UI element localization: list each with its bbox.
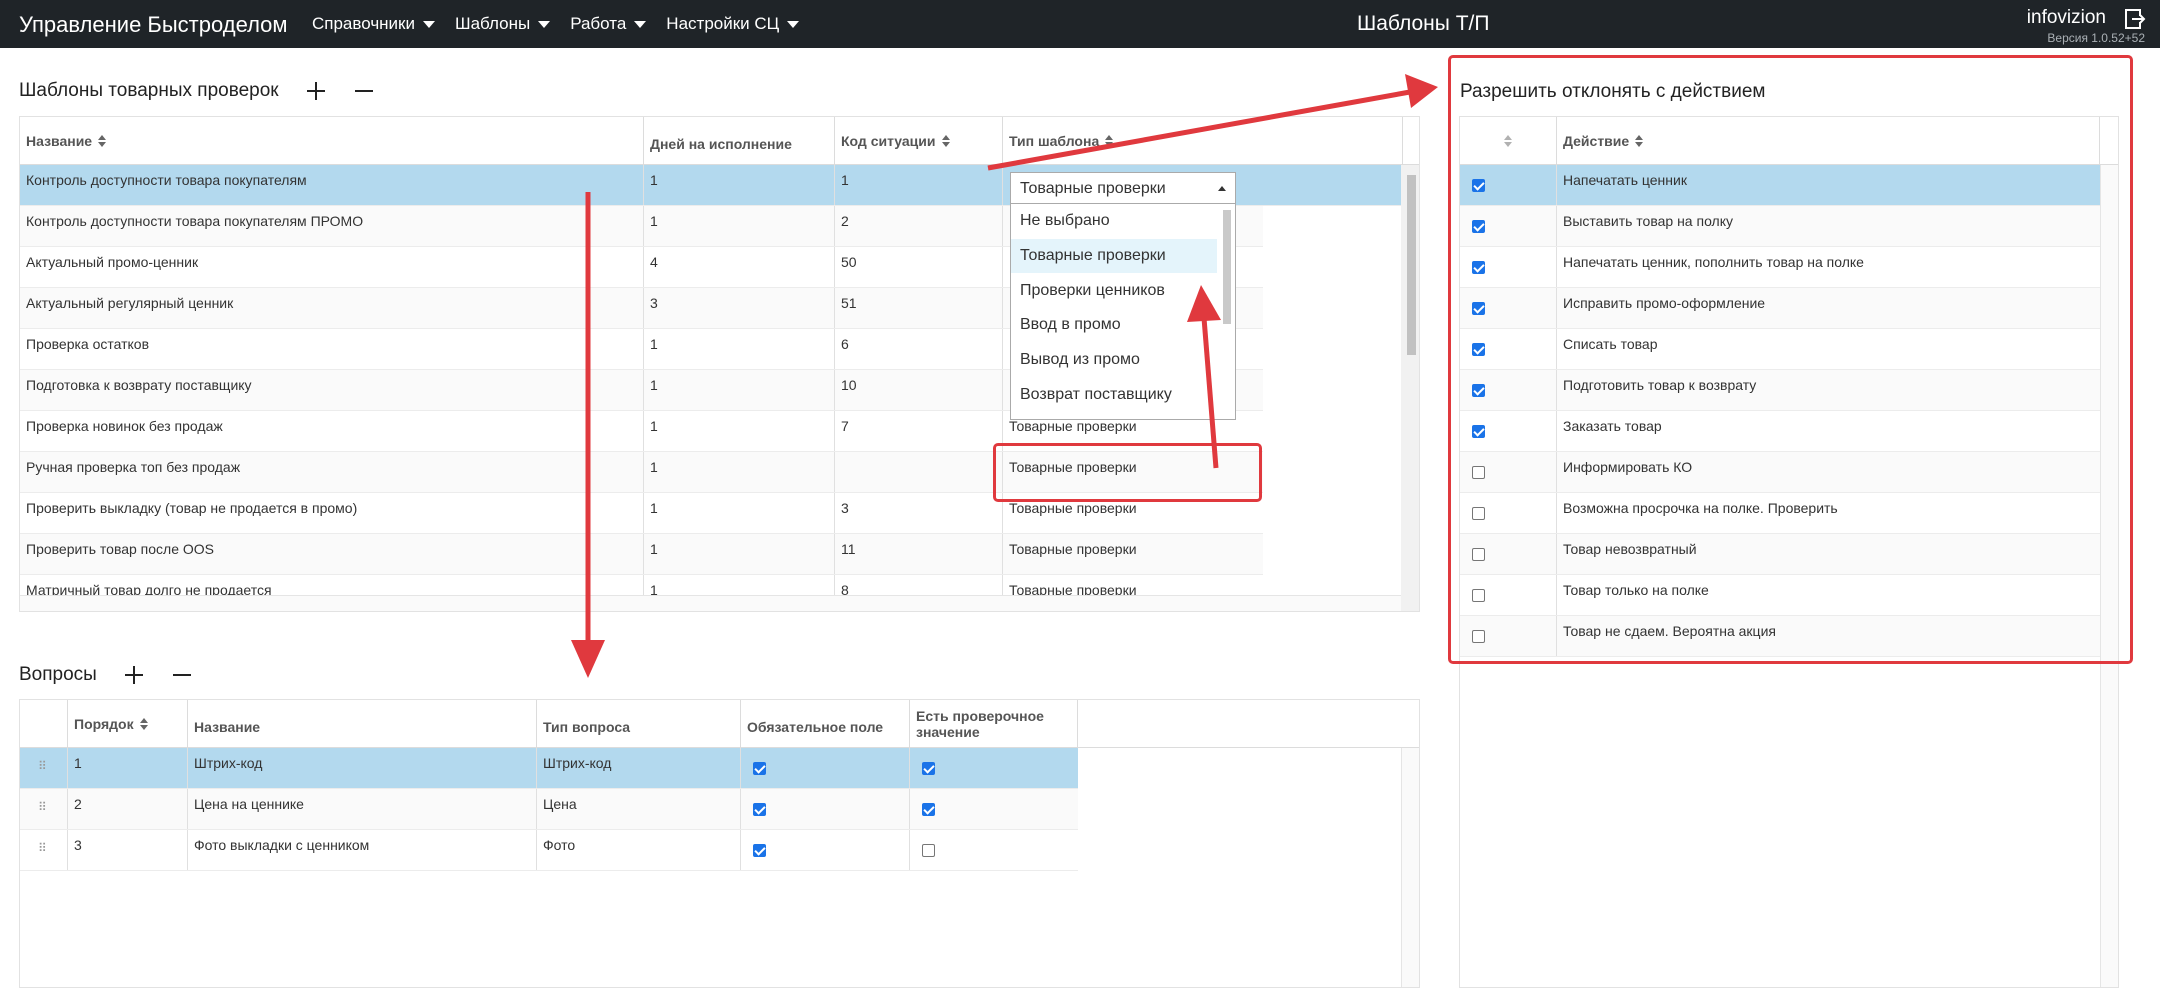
arrowhead <box>1405 74 1438 108</box>
annotation-arrows <box>571 74 1438 678</box>
arrow-to-option <box>1201 317 1219 469</box>
arrow-to-actions <box>987 89 1411 171</box>
arrowhead <box>1187 285 1221 322</box>
arrowhead <box>571 640 605 678</box>
